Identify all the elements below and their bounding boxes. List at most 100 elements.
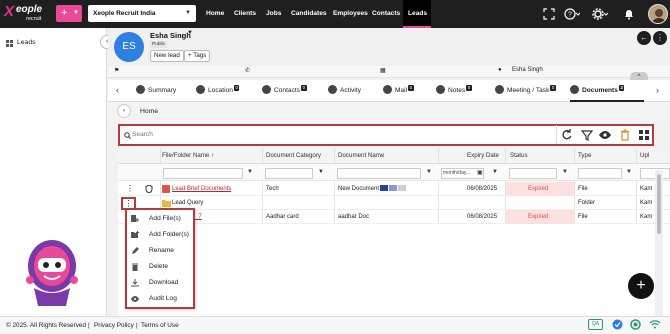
add-tags-button[interactable]: + Tags — [184, 50, 211, 62]
quick-add-button[interactable]: + ▼ — [56, 5, 82, 22]
record-name: Esha Singh — [150, 31, 191, 40]
toolbar-divider — [556, 125, 557, 144]
column-header-type[interactable]: Type — [578, 152, 591, 164]
nav-clients[interactable]: Clients — [234, 0, 256, 28]
column-header-category[interactable]: Document Category — [266, 152, 321, 164]
document-category: Tech — [266, 186, 279, 192]
search-icon — [124, 132, 131, 139]
tab-notes[interactable]: Notes 0 — [436, 80, 472, 102]
nav-contacts[interactable]: Contacts — [372, 0, 400, 28]
scrollbar-thumb[interactable] — [657, 174, 661, 234]
breadcrumb — [108, 102, 670, 122]
column-header-expiry[interactable]: Expiry Date — [467, 152, 499, 164]
footer: © 2025. All Rights Reserved | Privacy Po… — [0, 316, 670, 334]
filter-icon[interactable]: ▼ — [492, 169, 498, 175]
breadcrumb-toggle[interactable]: › — [117, 104, 131, 118]
gear-icon[interactable] — [592, 8, 608, 20]
category-filter-input[interactable] — [265, 168, 313, 179]
nav-home[interactable]: Home — [206, 0, 224, 28]
wifi-icon — [649, 319, 661, 330]
app-logo[interactable]: X eople recruit — [4, 3, 52, 25]
tabs-scroll-right-icon[interactable]: › — [656, 85, 659, 95]
tab-meeting-task[interactable]: Meeting / Task 0 — [495, 80, 556, 102]
footer-divider: | — [88, 322, 90, 329]
chevron-down-icon[interactable]: ▼ — [187, 30, 193, 36]
refresh-icon[interactable] — [560, 128, 574, 142]
sidebar-item-label: Leads — [17, 39, 36, 46]
filter-icon[interactable]: ▼ — [562, 169, 568, 175]
tab-documents[interactable]: Documents 3 — [570, 80, 644, 102]
tab-summary[interactable]: Summary — [136, 80, 176, 102]
record-owner: Esha Singh — [512, 67, 543, 73]
tab-mail[interactable]: Mail 0 — [383, 80, 414, 102]
file-type: File — [578, 186, 588, 192]
menu-item-audit-log[interactable]: Audit Log — [131, 292, 191, 306]
nav-leads[interactable]: Leads — [403, 0, 431, 28]
folder-icon — [162, 199, 171, 207]
calendar-icon[interactable]: ▣ — [477, 169, 483, 176]
filter-icon[interactable]: ▼ — [426, 169, 432, 175]
kebab-menu-icon: ⋮ — [656, 33, 664, 42]
tab-count-badge: 0 — [466, 85, 472, 91]
uploaded-by: Kam — [640, 200, 653, 206]
nav-jobs[interactable]: Jobs — [266, 0, 281, 28]
menu-item-add-files[interactable]: Add File(s) — [131, 212, 191, 226]
tab-activity[interactable]: Activity — [328, 80, 361, 102]
user-avatar[interactable] — [648, 4, 668, 24]
trash-icon[interactable] — [618, 128, 632, 142]
qa-badge[interactable]: QA — [588, 319, 603, 330]
company-select[interactable]: Xeople Recruit India ▼ — [88, 5, 196, 22]
menu-item-delete[interactable]: Delete — [131, 260, 191, 274]
status-circle-icon[interactable] — [630, 319, 641, 330]
menu-item-download[interactable]: Download — [131, 276, 191, 290]
nav-candidates[interactable]: Candidates — [291, 0, 327, 28]
filter-icon[interactable]: ▼ — [247, 169, 253, 175]
sidebar-item-leads[interactable]: Leads — [6, 39, 66, 49]
tab-contacts[interactable]: Contacts 0 — [262, 80, 307, 102]
eye-icon[interactable] — [598, 128, 612, 142]
document-name: New Document — [338, 182, 407, 196]
shield-icon — [145, 185, 153, 193]
arrow-left-icon: ← — [640, 33, 648, 42]
nav-employees[interactable]: Employees — [333, 0, 368, 28]
row-actions-icon[interactable]: ⋮ — [126, 182, 134, 196]
tab-location[interactable]: Location 0 — [196, 80, 240, 102]
visibility-badge: Public — [150, 41, 168, 48]
check-circle-icon[interactable] — [612, 319, 623, 330]
column-header-status[interactable]: Status — [510, 152, 528, 164]
new-lead-button[interactable]: New lead — [150, 50, 184, 62]
notes-icon — [436, 84, 445, 94]
uploaded-by: Kam — [640, 186, 653, 192]
document-name-filter-input[interactable] — [337, 168, 421, 179]
expiry-date: 06/08/2025 — [467, 186, 498, 192]
column-header-upload[interactable]: Upl — [640, 152, 649, 164]
breadcrumb-home[interactable]: Home — [140, 108, 158, 115]
document-link[interactable]: Lead Brief Documents — [172, 182, 231, 196]
status-filter-input[interactable] — [509, 168, 557, 179]
copyright-text: © 2025. All Rights Reserved — [6, 322, 87, 329]
column-header-name[interactable]: File/Folder Name ↑ — [162, 152, 214, 164]
footer-divider: | — [136, 322, 138, 329]
filter-icon[interactable]: ▼ — [626, 169, 632, 175]
menu-item-add-folders[interactable]: Add Folder(s) — [131, 228, 191, 242]
bell-icon[interactable] — [623, 8, 635, 20]
search-input[interactable] — [132, 131, 512, 138]
type-filter-input[interactable] — [578, 168, 622, 179]
more-options-button[interactable]: ⋮ — [653, 31, 667, 45]
leads-icon — [6, 40, 13, 47]
column-header-document-name[interactable]: Document Name — [338, 152, 384, 164]
filter-icon[interactable] — [580, 128, 594, 142]
add-document-fab[interactable]: + — [628, 273, 654, 299]
back-button[interactable]: ← — [637, 31, 651, 45]
filter-icon[interactable]: ▼ — [318, 169, 324, 175]
fullscreen-icon[interactable] — [543, 8, 555, 20]
tabs-scroll-left-icon[interactable]: ‹ — [116, 85, 119, 95]
terms-link[interactable]: Terms of Use — [141, 322, 179, 329]
grid-view-icon[interactable] — [637, 128, 651, 142]
mascot-illustration — [22, 236, 82, 308]
menu-item-rename[interactable]: Rename — [131, 244, 191, 258]
privacy-policy-link[interactable]: Privacy Policy — [94, 322, 134, 329]
eye-icon — [131, 296, 139, 302]
help-icon[interactable]: ? — [564, 8, 580, 20]
name-filter-input[interactable] — [163, 168, 243, 179]
